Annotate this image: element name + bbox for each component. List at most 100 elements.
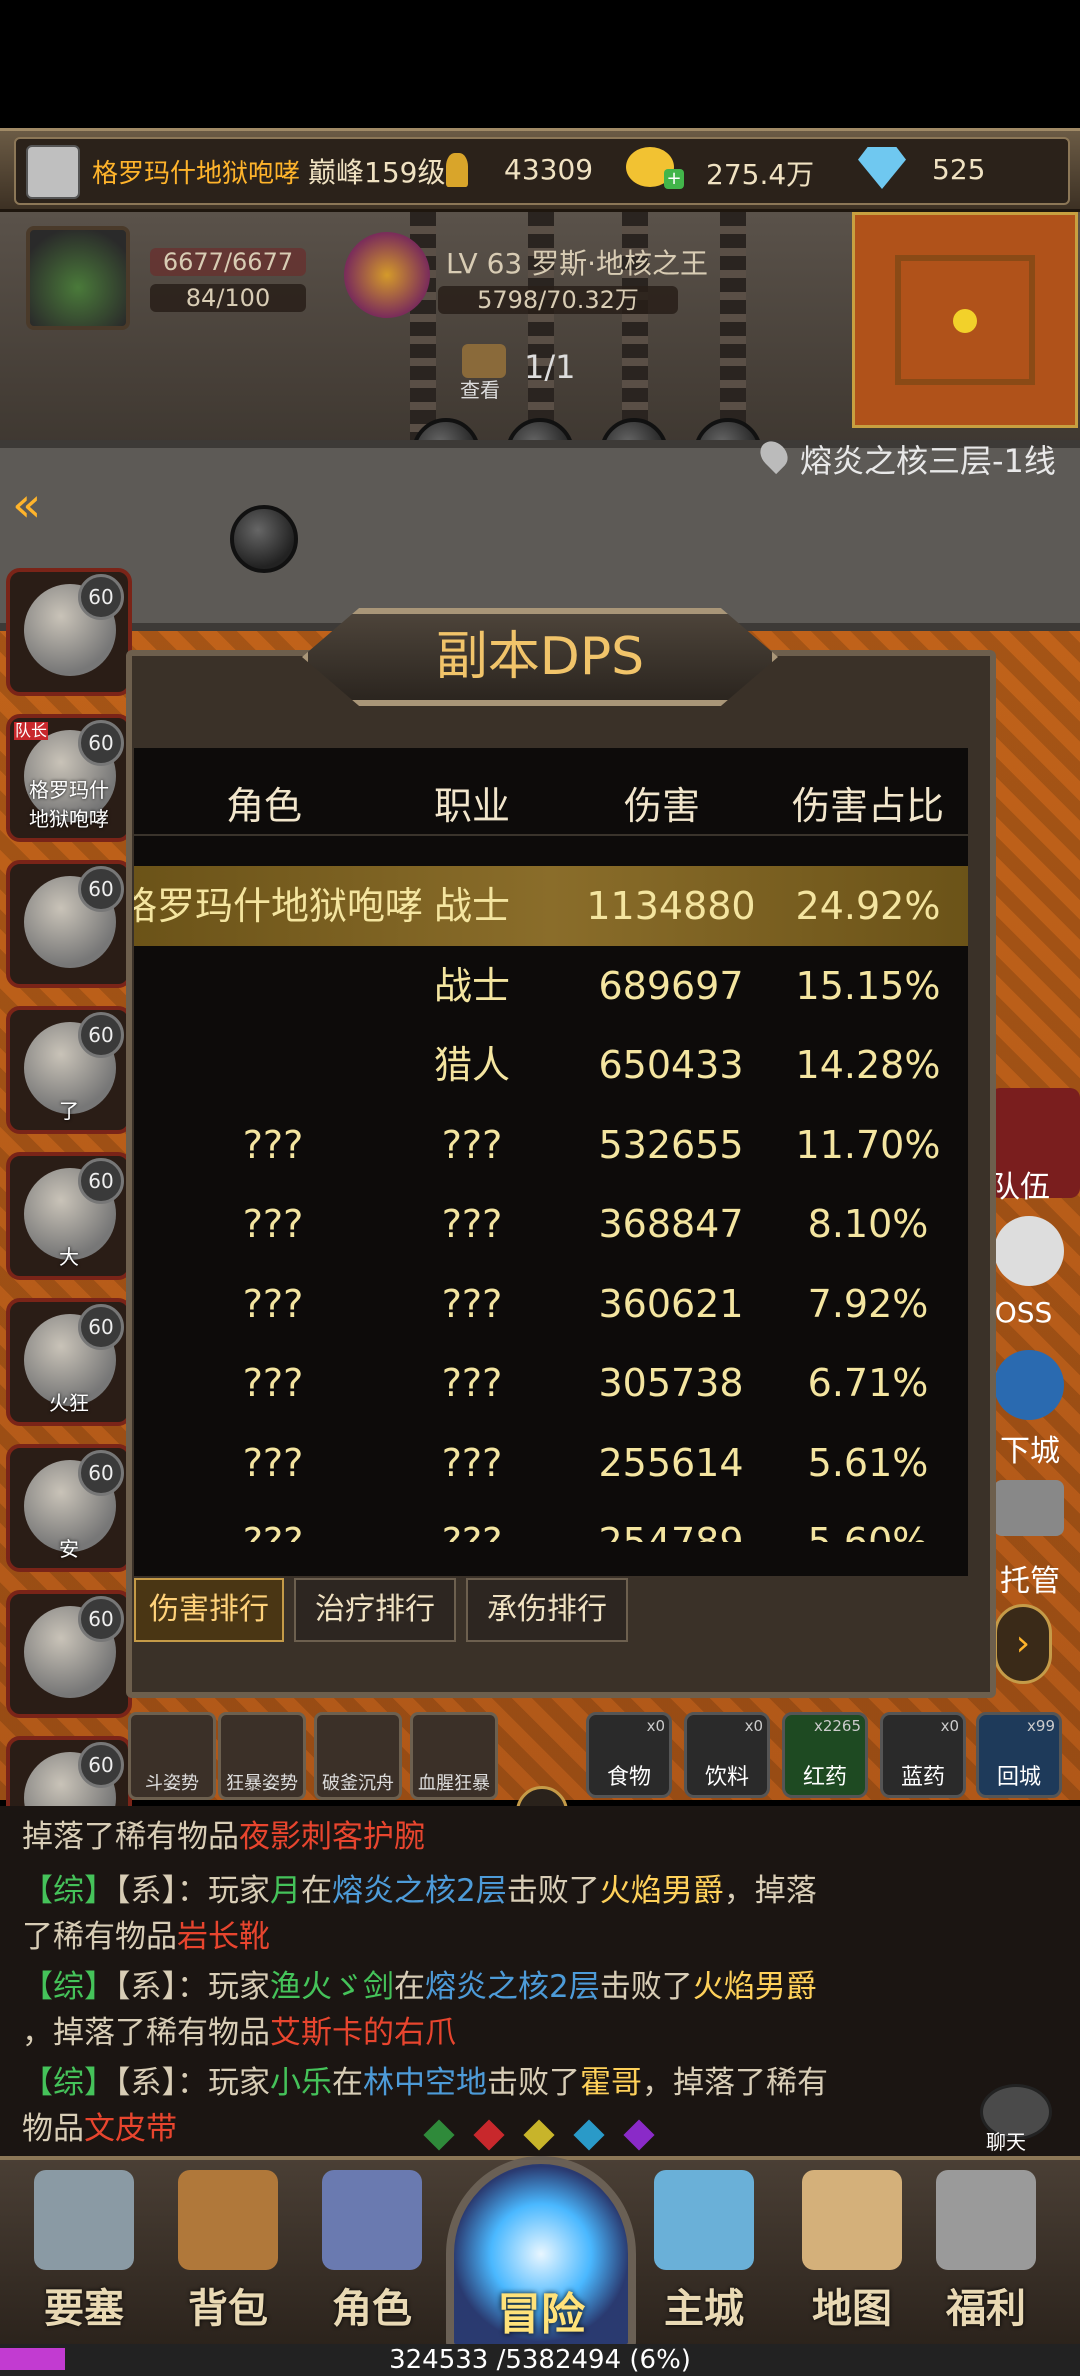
- add-gold-icon[interactable]: +: [664, 169, 684, 189]
- guild-emblem-icon[interactable]: [26, 145, 80, 199]
- nav-label: 福利: [946, 2286, 1026, 2332]
- minimap[interactable]: [852, 212, 1078, 428]
- chat-system: 【系】: [115, 2065, 177, 2101]
- nav-label: 要塞: [44, 2286, 124, 2332]
- member-name: 格罗玛什 地狱咆哮: [29, 778, 109, 831]
- chat-player[interactable]: 月: [270, 1873, 301, 1909]
- item-slot[interactable]: x0 饮料: [684, 1712, 770, 1798]
- team-label: 队伍: [990, 1170, 1050, 1205]
- dps-row[interactable]: ?????? 532655 11.70%: [134, 1105, 968, 1185]
- chat-item[interactable]: 岩长靴: [177, 1919, 270, 1955]
- party-member-slot[interactable]: 60: [6, 1590, 132, 1718]
- chat-map[interactable]: 林中空地: [363, 2065, 487, 2101]
- chat-map[interactable]: 熔炎之核2层: [332, 1873, 507, 1909]
- chat-item[interactable]: 艾斯卡的右爪: [270, 2015, 456, 2051]
- chat-player[interactable]: 渔火ゞ剑: [270, 1969, 394, 2005]
- nav-button-4[interactable]: 主城: [644, 2170, 764, 2332]
- party-member-slot[interactable]: 60 安: [6, 1444, 132, 1572]
- player-portrait[interactable]: [26, 226, 130, 330]
- item-slot[interactable]: x0 蓝药: [880, 1712, 966, 1798]
- item-qty: x0: [940, 1717, 959, 1735]
- chat-text: ，掉落了稀有物品: [22, 2015, 270, 2051]
- dps-cell-pct: 6.71%: [807, 1361, 929, 1405]
- party-member-slot[interactable]: 60 了: [6, 1006, 132, 1134]
- chat-text: 在: [301, 1873, 332, 1909]
- gold-value: 275.4万: [706, 158, 815, 191]
- chat-text: 击败了: [487, 2065, 580, 2101]
- nav-label-adventure[interactable]: 冒险: [446, 2278, 636, 2342]
- party-member-slot[interactable]: 60: [6, 860, 132, 988]
- nav-icon: [322, 2170, 422, 2270]
- dps-cell-pct: 11.70%: [795, 1122, 941, 1167]
- location-label: 熔炎之核三层-1线: [800, 442, 1056, 480]
- top-status-bar: 格罗玛什地狱咆哮 巅峰159级 43309 + 275.4万 525: [0, 128, 1080, 212]
- boss-portrait[interactable]: [344, 232, 430, 318]
- dps-row[interactable]: ?????? 360621 7.92%: [134, 1264, 968, 1344]
- chat-item[interactable]: 夜影刺客护腕: [239, 1819, 425, 1854]
- expand-arrow-icon[interactable]: ›: [994, 1604, 1052, 1684]
- member-level: 60: [78, 720, 124, 766]
- skill-button[interactable]: 狂暴姿势: [218, 1712, 306, 1800]
- item-slot[interactable]: x2265 红药: [782, 1712, 868, 1798]
- header-divider: [134, 834, 968, 836]
- chat-line-2: 【综】【系】：玩家渔火ゞ剑在熔炎之核2层击败了火焰男爵 ，掉落了稀有物品艾斯卡的右…: [22, 1964, 1022, 2056]
- item-label: 蓝药: [900, 1765, 945, 1790]
- nav-button-2[interactable]: 角色: [312, 2170, 432, 2332]
- party-member-slot[interactable]: 60 格罗玛什 地狱咆哮 队长: [6, 714, 132, 842]
- auto-label: 托管: [1000, 1564, 1060, 1599]
- dps-row[interactable]: ?????? 255614 5.61%: [134, 1423, 968, 1503]
- dps-row[interactable]: 格罗玛什地狱咆哮 战士 1134880 24.92%: [134, 866, 968, 946]
- dungeon-portal-icon[interactable]: [994, 1350, 1064, 1420]
- chat-channel: 【综】: [22, 1873, 115, 1909]
- header-role: 角色: [225, 784, 302, 828]
- tab-tank-rank[interactable]: 承伤排行: [466, 1578, 628, 1642]
- skill-button[interactable]: 破釜沉舟: [314, 1712, 402, 1800]
- chat-item[interactable]: 文皮带: [84, 2111, 177, 2147]
- dps-row[interactable]: 猎人 650433 14.28%: [134, 1025, 968, 1105]
- skill-button[interactable]: 斗姿势: [128, 1712, 216, 1800]
- treasure-chest-icon[interactable]: [462, 344, 506, 378]
- chat-player[interactable]: 小乐: [270, 2065, 332, 2101]
- item-qty: x0: [646, 1717, 665, 1735]
- chat-text: ：玩家: [177, 2065, 270, 2101]
- tab-heal-rank[interactable]: 治疗排行: [294, 1578, 456, 1642]
- dps-cell-damage: 1134880: [586, 884, 756, 928]
- item-slot[interactable]: x99 回城: [976, 1712, 1062, 1798]
- party-member-slot[interactable]: 60 火狂: [6, 1298, 132, 1426]
- chat-map[interactable]: 熔炎之核2层: [425, 1969, 600, 2005]
- dps-cell-pct: 7.92%: [807, 1281, 929, 1326]
- chat-text: 掉落了稀有物品: [22, 1819, 239, 1854]
- dps-row[interactable]: ?????? 254789 5.60%: [134, 1502, 968, 1542]
- party-member-slot[interactable]: 60 大: [6, 1152, 132, 1280]
- auto-play-icon[interactable]: [994, 1480, 1064, 1536]
- member-level: 60: [78, 1158, 124, 1204]
- dps-cell-class: 战士: [433, 963, 510, 1008]
- item-slot[interactable]: x0 食物: [586, 1712, 672, 1798]
- player-marker-icon: [953, 309, 977, 333]
- nav-button-1[interactable]: 背包: [168, 2170, 288, 2332]
- dps-cell-pct: 24.92%: [795, 884, 941, 928]
- member-level: 60: [78, 1596, 124, 1642]
- party-member-slot[interactable]: 60: [6, 568, 132, 696]
- tab-damage-rank[interactable]: 伤害排行: [134, 1578, 284, 1642]
- dps-row[interactable]: 战士 689697 15.15%: [134, 946, 968, 1026]
- nav-button-0[interactable]: 要塞: [24, 2170, 144, 2332]
- dps-cell-name: ???: [242, 1122, 304, 1167]
- dps-cell-class: 战士: [433, 884, 510, 928]
- rank-label: 巅峰159级: [308, 156, 446, 189]
- member-name: 了: [59, 1099, 79, 1123]
- chat-button-label[interactable]: 聊天: [986, 2126, 1026, 2155]
- boss-skull-icon[interactable]: [994, 1216, 1064, 1286]
- chat-channel: 【综】: [22, 1969, 115, 2005]
- view-label[interactable]: 查看: [460, 374, 500, 403]
- dps-row[interactable]: ?????? 368847 8.10%: [134, 1184, 968, 1264]
- dps-row[interactable]: ?????? 305738 6.71%: [134, 1343, 968, 1423]
- member-level: 60: [78, 1304, 124, 1350]
- nav-button-5[interactable]: 地图: [792, 2170, 912, 2332]
- skill-button[interactable]: 血腥狂暴: [410, 1712, 498, 1800]
- dps-cell-class: ???: [441, 1361, 503, 1405]
- nav-label: 地图: [812, 2286, 892, 2332]
- collapse-arrow-icon[interactable]: «: [12, 481, 68, 529]
- top-status-inner: 格罗玛什地狱咆哮 巅峰159级 43309 + 275.4万 525: [14, 137, 1070, 205]
- nav-button-6[interactable]: 福利: [926, 2170, 1046, 2332]
